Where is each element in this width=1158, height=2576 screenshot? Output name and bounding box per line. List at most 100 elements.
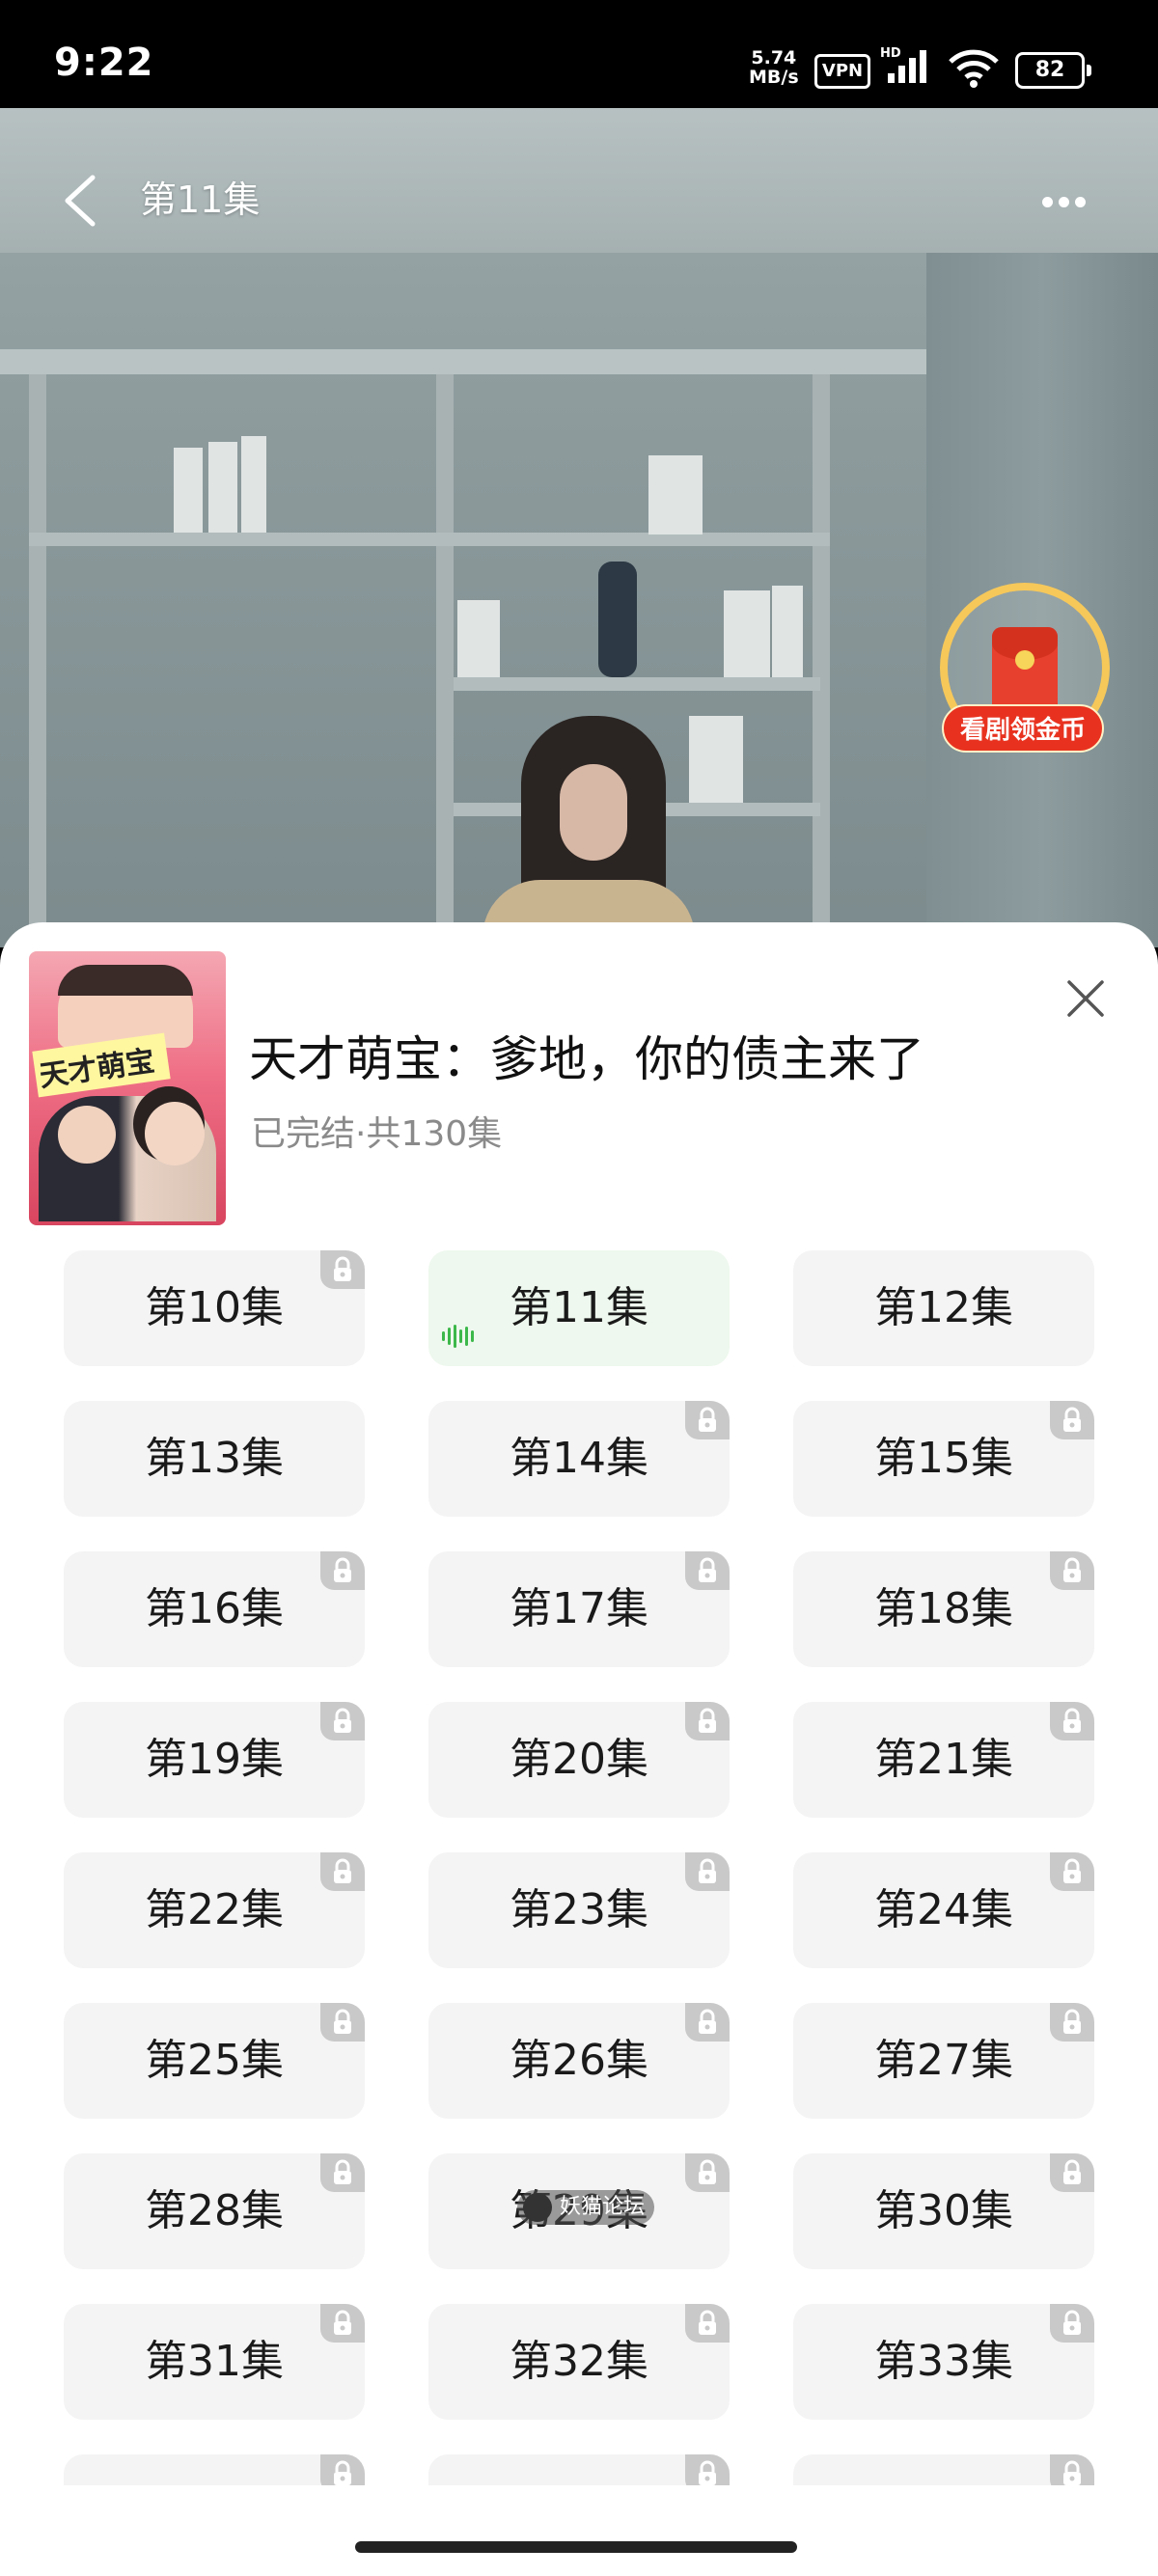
watch-reward-widget[interactable]: 看剧领金币: [940, 583, 1110, 766]
more-dot: [1075, 197, 1086, 207]
episode-item[interactable]: 第35集: [428, 2454, 730, 2485]
episode-label: 第15集: [874, 1434, 1013, 1483]
episode-item[interactable]: 第17集: [428, 1551, 730, 1667]
episode-item[interactable]: 第27集: [793, 2003, 1094, 2119]
episode-label: 第28集: [145, 2186, 284, 2235]
episode-item[interactable]: 第32集: [428, 2304, 730, 2420]
playing-equalizer-icon: [442, 1325, 474, 1348]
episode-label: 第17集: [510, 1584, 648, 1633]
episode-item[interactable]: 第22集: [64, 1852, 365, 1968]
episode-item[interactable]: 第11集: [428, 1250, 730, 1366]
episode-label: 第21集: [874, 1735, 1013, 1784]
episode-item[interactable]: 第34集: [64, 2454, 365, 2485]
episode-item[interactable]: 第33集: [793, 2304, 1094, 2420]
video-frame-person-face: [560, 764, 627, 861]
lock-icon: [685, 1852, 730, 1891]
status-time: 9:22: [54, 41, 154, 85]
watermark: 妖猫论坛: [517, 2190, 655, 2225]
drama-status: 已完结·共130集: [251, 1114, 503, 1154]
episode-label: 第11集: [510, 1283, 648, 1332]
video-frame-book: [724, 590, 770, 677]
episode-item[interactable]: 第19集: [64, 1702, 365, 1818]
episode-item[interactable]: 第12集: [793, 1250, 1094, 1366]
episode-label: 第13集: [145, 1434, 284, 1483]
poster-title: 天才萌宝: [32, 1032, 171, 1098]
video-frame-book: [772, 586, 803, 677]
episode-label: 第19集: [145, 1735, 284, 1784]
episode-item[interactable]: 第10集: [64, 1250, 365, 1366]
episode-item[interactable]: 第25集: [64, 2003, 365, 2119]
lock-icon: [1050, 1702, 1094, 1740]
lock-icon: [320, 1702, 365, 1740]
poster-kids: [58, 965, 193, 1048]
episode-label: 第16集: [145, 1584, 284, 1633]
video-frame-shelf: [454, 677, 820, 691]
video-frame-book: [457, 600, 500, 677]
episode-item[interactable]: 第30集: [793, 2153, 1094, 2269]
lock-icon: [1050, 1852, 1094, 1891]
episode-item[interactable]: 第24集: [793, 1852, 1094, 1968]
video-frame-book: [241, 436, 266, 533]
lock-icon: [320, 2304, 365, 2343]
lock-icon: [685, 1401, 730, 1439]
episode-item[interactable]: 第20集: [428, 1702, 730, 1818]
episode-item[interactable]: 第18集: [793, 1551, 1094, 1667]
back-icon[interactable]: [54, 172, 108, 230]
lock-icon: [1050, 2003, 1094, 2042]
episode-label: 第33集: [874, 2337, 1013, 2386]
network-speed: 5.74 MB/s: [749, 48, 799, 87]
lock-icon: [685, 2003, 730, 2042]
episode-label: 第31集: [145, 2337, 284, 2386]
current-episode-title: 第11集: [140, 178, 261, 221]
episode-item[interactable]: 第15集: [793, 1401, 1094, 1517]
more-icon[interactable]: [1042, 193, 1110, 212]
video-frame-book: [689, 716, 743, 803]
lock-icon: [320, 1551, 365, 1590]
more-dot: [1059, 197, 1069, 207]
episode-item[interactable]: 第26集: [428, 2003, 730, 2119]
episode-label: 第26集: [510, 2036, 648, 2085]
lock-icon: [685, 2153, 730, 2192]
episode-item[interactable]: 第23集: [428, 1852, 730, 1968]
episode-label: 第27集: [874, 2036, 1013, 2085]
drama-title: 天才萌宝：爹地，你的债主来了: [249, 1031, 924, 1087]
episode-label: 第14集: [510, 1434, 648, 1483]
home-indicator[interactable]: [355, 2541, 797, 2553]
video-frame-shelf: [29, 533, 830, 546]
lock-icon: [1050, 1551, 1094, 1590]
episode-label: 第25集: [145, 2036, 284, 2085]
episode-label: 第12集: [874, 1283, 1013, 1332]
close-icon[interactable]: [1062, 974, 1110, 1023]
lock-icon: [1050, 2454, 1094, 2485]
episode-item[interactable]: 第16集: [64, 1551, 365, 1667]
lock-icon: [1050, 1401, 1094, 1439]
drama-poster: 天才萌宝: [29, 951, 226, 1225]
wifi-icon: [949, 49, 999, 88]
lock-icon: [320, 1852, 365, 1891]
video-frame-book: [174, 448, 203, 533]
episode-item[interactable]: 第13集: [64, 1401, 365, 1517]
network-speed-value: 5.74: [751, 47, 797, 69]
player-top-bar: 第11集: [0, 145, 1158, 241]
episode-grid: 第10集 第11集 第12集第13集 第14集 第15集第16集 第17集 第18集第19集…: [0, 1250, 1158, 2485]
episode-label: 第24集: [874, 1885, 1013, 1934]
video-frame-shelf: [813, 374, 830, 947]
network-speed-unit: MB/s: [749, 67, 799, 88]
episode-label: 第22集: [145, 1885, 284, 1934]
episode-item[interactable]: 第14集: [428, 1401, 730, 1517]
episode-label: 第23集: [510, 1885, 648, 1934]
lock-icon: [320, 2003, 365, 2042]
reward-label: 看剧领金币: [942, 704, 1104, 753]
episode-label: 第18集: [874, 1584, 1013, 1633]
episode-item[interactable]: 第21集: [793, 1702, 1094, 1818]
video-frame-book: [208, 442, 237, 533]
episode-label: 第20集: [510, 1735, 648, 1784]
episode-item[interactable]: 第31集: [64, 2304, 365, 2420]
episode-item[interactable]: 第36集: [793, 2454, 1094, 2485]
lock-icon: [685, 1702, 730, 1740]
vpn-badge: VPN: [814, 54, 870, 89]
episode-item[interactable]: 第28集: [64, 2153, 365, 2269]
status-bar: 9:22 5.74 MB/s VPN HD 82: [0, 0, 1158, 108]
lock-icon: [320, 2153, 365, 2192]
more-dot: [1042, 197, 1053, 207]
